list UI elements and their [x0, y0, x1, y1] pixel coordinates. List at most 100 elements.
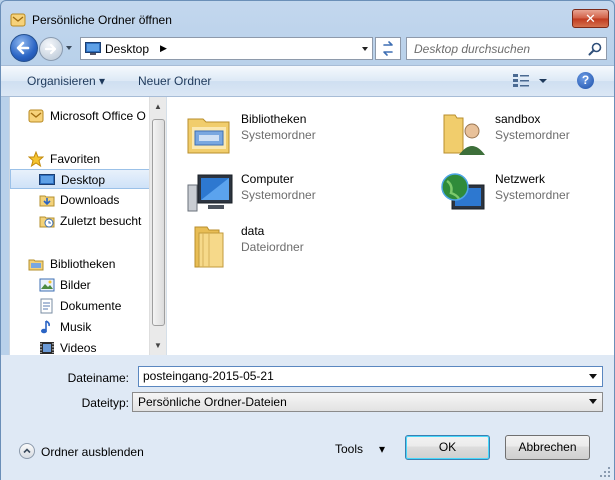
star-icon: [28, 151, 44, 167]
list-item-sandbox[interactable]: sandbox Systemordner: [421, 105, 615, 157]
history-dropdown-icon[interactable]: [63, 42, 75, 54]
list-item-computer[interactable]: Computer Systemordner: [167, 165, 377, 217]
filename-field[interactable]: posteingang-2015-05-21: [138, 366, 603, 387]
outlook-icon: [28, 109, 44, 123]
nav-item-label: Videos: [60, 341, 97, 355]
nav-item-label: Downloads: [60, 193, 120, 207]
nav-item-label: Microsoft Office O: [50, 109, 146, 123]
nav-item-favorites[interactable]: Favoriten: [10, 149, 150, 169]
desktop-icon: [85, 42, 101, 55]
filename-dropdown-icon[interactable]: [588, 373, 598, 381]
close-button[interactable]: ✕: [572, 9, 609, 28]
item-name: Computer: [241, 172, 294, 186]
nav-item-documents[interactable]: Dokumente: [10, 296, 150, 316]
dialog-footer: Dateiname: posteingang-2015-05-21 Dateit…: [1, 355, 614, 480]
filetype-select[interactable]: Persönliche Ordner-Dateien: [132, 392, 603, 412]
filetype-label: Dateityp:: [81, 396, 129, 410]
resize-grip-icon[interactable]: [599, 466, 611, 478]
nav-item-desktop[interactable]: Desktop: [10, 169, 150, 189]
hide-folders-label: Ordner ausblenden: [41, 445, 144, 459]
view-options-icon[interactable]: [513, 74, 529, 88]
item-type: Systemordner: [241, 188, 316, 202]
nav-item-label: Desktop: [61, 173, 106, 187]
breadcrumb-chevron-icon[interactable]: ▶: [160, 43, 167, 54]
nav-item-pictures[interactable]: Bilder: [10, 275, 150, 295]
forward-arrow-icon: [44, 43, 57, 55]
search-input[interactable]: Desktop durchsuchen: [414, 42, 530, 56]
help-icon[interactable]: ?: [577, 72, 594, 89]
music-icon: [41, 320, 50, 334]
nav-item-recent[interactable]: Zuletzt besucht: [10, 211, 150, 231]
tools-label: Tools: [335, 442, 364, 456]
chevron-up-icon: [19, 443, 35, 459]
window-title: Persönliche Ordner öffnen: [32, 13, 172, 27]
scroll-up-icon[interactable]: ▲: [154, 102, 162, 111]
item-type: Systemordner: [495, 188, 570, 202]
refresh-icon: [383, 41, 393, 56]
file-list: Bibliotheken Systemordner sandbox System…: [166, 97, 614, 355]
documents-icon: [40, 298, 53, 314]
search-icon[interactable]: [587, 41, 603, 57]
nav-item-downloads[interactable]: Downloads: [10, 190, 150, 210]
cancel-button[interactable]: Abbrechen: [505, 435, 590, 460]
title-bar: Persönliche Ordner öffnen ✕: [1, 1, 614, 31]
search-box[interactable]: Desktop durchsuchen: [406, 37, 607, 60]
list-item-libraries[interactable]: Bibliotheken Systemordner: [167, 105, 377, 157]
item-type: Systemordner: [241, 128, 316, 142]
forward-button[interactable]: [39, 37, 63, 61]
desktop-icon: [39, 174, 55, 185]
nav-item-libraries[interactable]: Bibliotheken: [10, 254, 150, 274]
libraries-folder-icon: [187, 118, 230, 154]
hide-folders-button[interactable]: Ordner ausblenden: [19, 443, 149, 461]
item-name: Netzwerk: [495, 172, 546, 186]
pictures-icon: [39, 278, 55, 292]
ok-button[interactable]: OK: [405, 435, 490, 460]
refresh-button[interactable]: [375, 37, 401, 60]
tools-menu[interactable]: Tools ▾: [335, 441, 391, 459]
item-type: Dateiordner: [241, 240, 304, 254]
nav-item-label: Favoriten: [50, 152, 101, 166]
item-name: Bibliotheken: [241, 112, 307, 126]
nav-item-videos[interactable]: Videos: [10, 338, 150, 355]
back-button[interactable]: [10, 34, 38, 62]
nav-item-label: Bibliotheken: [50, 257, 116, 271]
user-folder-icon: [443, 114, 485, 155]
item-name: sandbox: [495, 112, 541, 126]
view-dropdown-icon[interactable]: [538, 76, 548, 86]
libraries-icon: [28, 259, 44, 271]
scrollbar-thumb[interactable]: [152, 119, 165, 326]
nav-item-label: Musik: [60, 320, 92, 334]
filetype-dropdown-icon[interactable]: [588, 398, 598, 406]
new-folder-button[interactable]: Neuer Ordner: [138, 74, 211, 88]
computer-icon: [187, 174, 233, 212]
open-pst-dialog: Persönliche Ordner öffnen ✕ Desktop ▶ De…: [0, 0, 615, 480]
network-icon: [441, 173, 485, 210]
videos-icon: [40, 342, 54, 354]
nav-pane-scrollbar[interactable]: ▲ ▼: [149, 97, 166, 355]
outlook-icon: [10, 13, 26, 27]
folder-icon: [194, 226, 224, 268]
nav-item-label: Dokumente: [60, 299, 122, 313]
close-icon: ✕: [585, 11, 596, 26]
address-bar[interactable]: Desktop ▶: [80, 37, 373, 60]
list-item-network[interactable]: Netzwerk Systemordner: [421, 165, 615, 217]
recent-places-icon: [39, 216, 55, 228]
address-row: Desktop ▶ Desktop durchsuchen: [1, 32, 614, 64]
nav-item-label: Zuletzt besucht: [60, 214, 142, 228]
scroll-down-icon[interactable]: ▼: [154, 341, 162, 350]
nav-item-label: Bilder: [60, 278, 91, 292]
organize-menu[interactable]: Organisieren ▾: [27, 74, 105, 88]
nav-item-outlook[interactable]: Microsoft Office O: [10, 106, 150, 126]
address-location[interactable]: Desktop: [105, 42, 149, 56]
tools-dropdown-icon: ▾: [379, 442, 386, 456]
back-arrow-icon: [16, 41, 30, 55]
item-name: data: [241, 224, 265, 238]
navigation-pane: Microsoft Office O Favoriten Desktop Dow…: [9, 97, 166, 355]
address-dropdown-icon[interactable]: [359, 41, 371, 56]
item-type: Systemordner: [495, 128, 570, 142]
filename-label: Dateiname:: [67, 371, 129, 385]
nav-item-music[interactable]: Musik: [10, 317, 150, 337]
command-bar: Organisieren ▾ Neuer Ordner ?: [1, 65, 614, 97]
downloads-icon: [39, 195, 55, 207]
list-item-data-folder[interactable]: data Dateiordner: [167, 217, 377, 269]
